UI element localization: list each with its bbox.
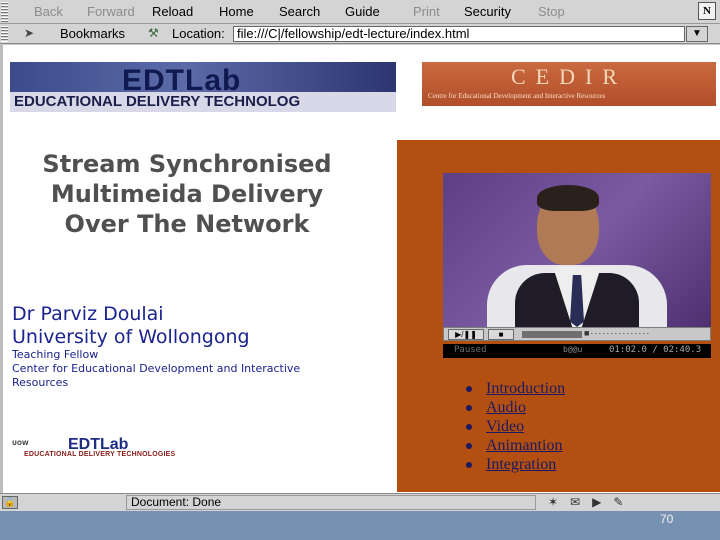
fellow-info: Teaching Fellow Center for Educational D… <box>12 348 342 390</box>
print-button[interactable]: Print <box>413 4 440 19</box>
bullet-icon <box>466 405 472 411</box>
security-button[interactable]: Security <box>464 4 511 19</box>
player-status-bar: Paused b@@u 01:02.0 / 02:40.3 <box>443 344 711 358</box>
video-frame[interactable] <box>443 173 711 327</box>
location-label: Location: <box>172 26 225 41</box>
bullet-icon <box>466 443 472 449</box>
player-controls: ▶/❚❚ ■ ■··············· <box>443 327 711 341</box>
edtlab-banner: EDTLab EDUCATIONAL DELIVERY TECHNOLOG <box>10 62 396 112</box>
edtlab-logo-subtitle: EDUCATIONAL DELIVERY TECHNOLOG <box>10 92 396 112</box>
component-bar: ✶✉▶✎ <box>548 495 635 509</box>
player-time: 01:02.0 / 02:40.3 <box>609 345 702 355</box>
bookmark-icon[interactable]: ➤ <box>24 26 34 40</box>
speaker-hair <box>537 185 599 211</box>
security-lock-icon[interactable]: 🔓 <box>2 496 18 509</box>
mail-icon[interactable]: ✉ <box>570 495 592 509</box>
status-bar: 🔓 Document: Done ✶✉▶✎ <box>0 493 720 511</box>
cedir-banner: CEDIR Centre for Educational Development… <box>422 62 716 106</box>
list-item: Introduction <box>466 380 565 399</box>
list-item: Animantion <box>466 437 565 456</box>
page-proxy-icon[interactable]: ⚒ <box>148 26 159 40</box>
composer-icon[interactable]: ✎ <box>613 495 635 509</box>
list-item: Integration <box>466 456 565 475</box>
slide-number: 70 <box>660 512 674 526</box>
bullet-icon <box>466 462 472 468</box>
lecture-menu: Introduction Audio Video Animantion Inte… <box>466 380 565 475</box>
author-block: Dr Parviz Doulai University of Wollongon… <box>12 303 250 349</box>
edtlab-small-subtitle: EDUCATIONAL DELIVERY TECHNOLOGIES <box>24 451 176 458</box>
toolbar-grip[interactable] <box>1 2 8 22</box>
back-button[interactable]: Back <box>34 4 63 19</box>
volume-track[interactable]: ■··············· <box>584 328 694 338</box>
discussion-icon[interactable]: ▶ <box>592 495 613 509</box>
uow-logo: UOW <box>12 440 29 447</box>
video-link[interactable]: Video <box>486 418 524 435</box>
introduction-link[interactable]: Introduction <box>486 380 565 397</box>
audio-link[interactable]: Audio <box>486 399 526 416</box>
navigation-toolbar: Back Forward Reload Home Search Guide Pr… <box>0 0 720 24</box>
play-pause-button[interactable]: ▶/❚❚ <box>448 329 484 340</box>
home-button[interactable]: Home <box>219 4 254 19</box>
scroll-edge <box>0 45 3 493</box>
search-button[interactable]: Search <box>279 4 320 19</box>
title-line: Multimeida Delivery <box>50 180 324 208</box>
reload-button[interactable]: Reload <box>152 4 193 19</box>
forward-button[interactable]: Forward <box>87 4 135 19</box>
author-affiliation: University of Wollongong <box>12 326 250 348</box>
player-state: Paused <box>454 345 487 355</box>
position-slider[interactable] <box>522 331 582 338</box>
slide-footer <box>0 511 720 540</box>
cedir-logo-subtitle: Centre for Educational Development and I… <box>428 92 606 100</box>
list-item: Video <box>466 418 565 437</box>
url-field[interactable]: file:///C|/fellowship/edt-lecture/index.… <box>233 26 685 42</box>
integration-link[interactable]: Integration <box>486 456 556 473</box>
stop-button[interactable]: Stop <box>538 4 565 19</box>
title-line: Stream Synchronised <box>42 150 332 178</box>
stop-media-button[interactable]: ■ <box>488 329 514 340</box>
status-text: Document: Done <box>126 495 536 510</box>
animation-link[interactable]: Animantion <box>486 437 562 454</box>
bullet-icon <box>466 424 472 430</box>
navigator-icon[interactable]: ✶ <box>548 495 570 509</box>
bookmarks-button[interactable]: Bookmarks <box>60 26 125 41</box>
location-grip[interactable] <box>1 26 8 42</box>
location-toolbar: ➤ Bookmarks ⚒ Location: file:///C|/fello… <box>0 24 720 44</box>
title-line: Over The Network <box>64 210 310 238</box>
fellow-line: Resources <box>12 376 69 389</box>
list-item: Audio <box>466 399 565 418</box>
author-name: Dr Parviz Doulai <box>12 303 164 325</box>
guide-button[interactable]: Guide <box>345 4 380 19</box>
url-dropdown-icon[interactable]: ▼ <box>686 26 708 42</box>
bullet-icon <box>466 386 472 392</box>
fellow-line: Teaching Fellow <box>12 348 99 361</box>
player-logo: b@@u <box>563 345 583 354</box>
netscape-logo: N <box>698 2 716 20</box>
fellow-line: Center for Educational Development and I… <box>12 362 301 375</box>
page-title: Stream Synchronised Multimeida Delivery … <box>12 149 362 239</box>
cedir-logo-text: CEDIR <box>511 64 627 89</box>
